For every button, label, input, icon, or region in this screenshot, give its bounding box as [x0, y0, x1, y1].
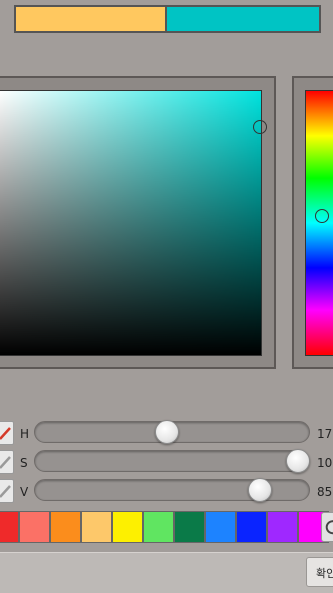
saturation-slider-track[interactable] [34, 450, 310, 472]
hue-slider-thumb[interactable] [154, 420, 179, 444]
preset-swatch[interactable] [19, 511, 50, 543]
preset-swatch[interactable] [174, 511, 205, 543]
saturation-slider-thumb[interactable] [286, 449, 310, 473]
hue-value: 17 [317, 427, 333, 441]
sv-picker-cursor[interactable] [253, 120, 267, 134]
bottom-button-bar [0, 552, 333, 593]
hue-bar[interactable] [305, 90, 333, 356]
value-edit-icon[interactable] [0, 479, 14, 503]
value-slider-thumb[interactable] [248, 478, 273, 502]
value-label: V [20, 485, 29, 499]
saturation-edit-icon[interactable] [0, 450, 14, 474]
refresh-icon [325, 520, 333, 535]
hue-bar-cursor[interactable] [315, 209, 329, 223]
preset-swatch[interactable] [0, 511, 19, 543]
saturation-value-picker[interactable] [0, 90, 262, 356]
preset-swatch[interactable] [112, 511, 143, 543]
preset-swatch[interactable] [236, 511, 267, 543]
saturation-label: S [20, 456, 28, 470]
new-color-swatch [166, 5, 321, 33]
preset-swatch[interactable] [50, 511, 81, 543]
refresh-swatches-button[interactable] [321, 512, 333, 542]
saturation-value: 100 [317, 456, 333, 470]
hue-label: H [20, 427, 30, 441]
ok-button[interactable]: 확인 [306, 557, 333, 587]
preset-swatch[interactable] [205, 511, 236, 543]
preset-swatch-row [0, 511, 329, 543]
preset-swatch[interactable] [267, 511, 298, 543]
preset-swatch[interactable] [143, 511, 174, 543]
previous-color-swatch[interactable] [14, 5, 166, 33]
preset-swatch[interactable] [81, 511, 112, 543]
hue-edit-icon[interactable] [0, 421, 14, 445]
value-value: 85 [317, 485, 333, 499]
